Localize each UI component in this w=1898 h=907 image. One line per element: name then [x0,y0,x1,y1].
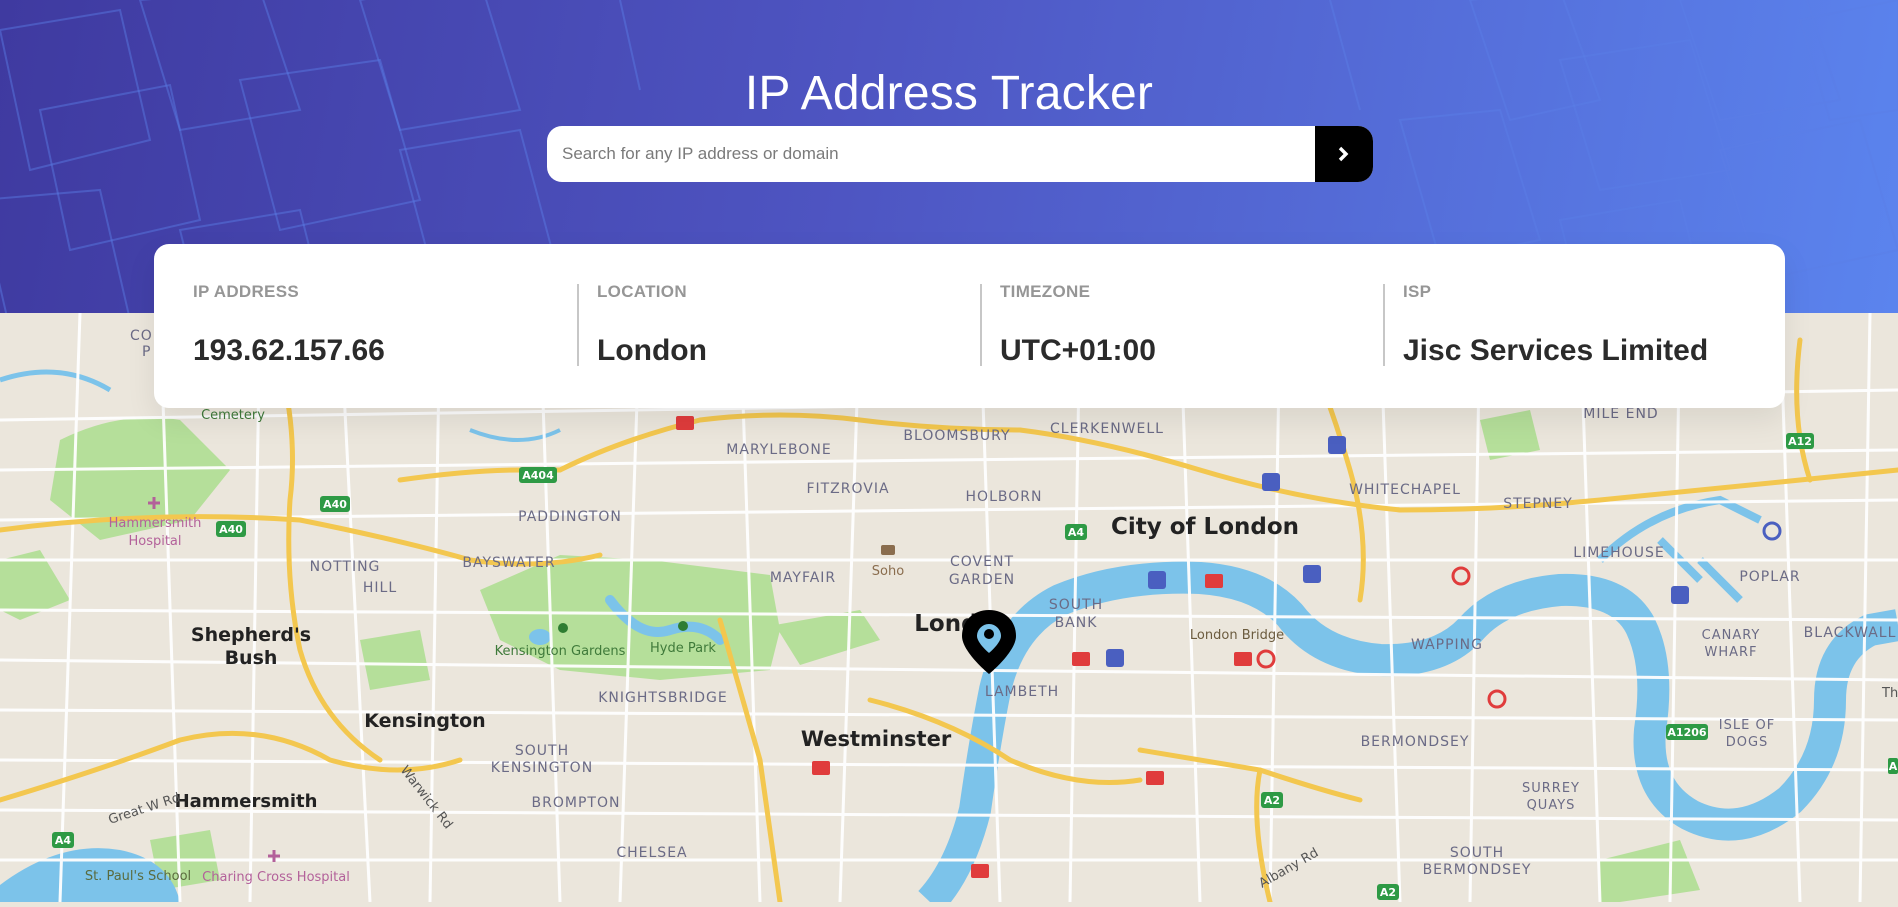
svg-text:BANK: BANK [1055,615,1098,631]
svg-text:BERMONDSEY: BERMONDSEY [1423,862,1532,878]
svg-text:QUAYS: QUAYS [1527,798,1576,813]
tree-icon [558,623,568,633]
svg-text:MARYLEBONE: MARYLEBONE [726,442,831,458]
svg-text:Hospital: Hospital [128,534,181,549]
svg-text:CLERKENWELL: CLERKENWELL [1050,421,1164,437]
svg-text:POPLAR: POPLAR [1739,569,1800,585]
svg-text:A1206: A1206 [1667,726,1706,739]
search-form [547,126,1373,182]
svg-text:SOUTH: SOUTH [1450,845,1504,861]
svg-text:NOTTING: NOTTING [310,559,381,575]
svg-text:BROMPTON: BROMPTON [532,795,621,811]
chevron-right-icon [1338,146,1349,162]
svg-text:BAYSWATER: BAYSWATER [462,555,555,571]
svg-text:ISLE OF: ISLE OF [1719,718,1775,733]
svg-text:A404: A404 [522,469,554,482]
location-pin-icon [962,610,1016,674]
rail-station-icon [1205,574,1223,588]
svg-text:Westminster: Westminster [801,727,952,751]
stat-divider [980,284,982,366]
svg-text:SOUTH: SOUTH [515,743,569,759]
rail-station-icon [971,864,989,878]
underground-icon [1262,473,1280,491]
svg-text:HOLBORN: HOLBORN [966,489,1043,505]
rail-station-icon [1146,771,1164,785]
location-marker[interactable] [960,608,1018,681]
svg-text:WHITECHAPEL: WHITECHAPEL [1349,482,1461,498]
stat-divider [1383,284,1385,366]
svg-text:CHELSEA: CHELSEA [616,845,687,861]
svg-text:A4: A4 [55,834,72,847]
svg-text:Soho: Soho [872,564,904,579]
svg-text:Bush: Bush [225,647,278,669]
svg-text:GARDEN: GARDEN [949,572,1015,588]
ip-info-card: IP ADDRESS 193.62.157.66 LOCATION London… [154,244,1785,408]
search-input[interactable] [547,126,1315,182]
svg-text:KNIGHTSBRIDGE: KNIGHTSBRIDGE [598,690,728,706]
svg-text:WHARF: WHARF [1704,645,1757,660]
svg-text:PADDINGTON: PADDINGTON [518,509,622,525]
svg-text:BERMONDSEY: BERMONDSEY [1361,734,1470,750]
stat-divider [577,284,579,366]
svg-text:Hyde Park: Hyde Park [650,641,716,656]
rail-station-icon [1234,652,1252,666]
ip-address-label: IP ADDRESS [193,282,299,301]
svg-text:MILE END: MILE END [1583,406,1658,422]
isp-value: Jisc Services Limited [1403,334,1709,367]
svg-text:Kensington Gardens: Kensington Gardens [495,644,626,659]
svg-text:Charing Cross Hospital: Charing Cross Hospital [202,870,350,885]
underground-icon [1303,565,1321,583]
svg-text:SURREY: SURREY [1522,781,1580,796]
svg-text:City of London: City of London [1111,514,1299,540]
camera-icon [881,545,895,555]
underground-icon [1106,649,1124,667]
svg-text:WAPPING: WAPPING [1411,637,1483,653]
search-submit-button[interactable] [1315,126,1373,182]
svg-text:A40: A40 [219,523,243,536]
svg-text:KENSINGTON: KENSINGTON [491,760,593,776]
timezone-value: UTC+01:00 [1000,334,1156,367]
svg-text:HILL: HILL [363,580,397,596]
svg-text:SOUTH: SOUTH [1049,597,1103,613]
svg-text:BLACKWALL: BLACKWALL [1804,625,1897,641]
svg-text:STEPNEY: STEPNEY [1503,496,1573,512]
svg-text:Th: Th [1881,686,1898,701]
underground-icon [1328,436,1346,454]
svg-text:Kensington: Kensington [364,710,485,732]
svg-text:A: A [1889,760,1898,773]
svg-text:COVENT: COVENT [950,554,1014,570]
timezone-label: TIMEZONE [1000,282,1091,301]
svg-text:A40: A40 [323,498,347,511]
svg-text:FITZROVIA: FITZROVIA [806,481,889,497]
svg-text:LIMEHOUSE: LIMEHOUSE [1573,545,1664,561]
underground-icon [1671,586,1689,604]
rail-station-icon [676,416,694,430]
svg-text:London Bridge: London Bridge [1190,628,1284,643]
svg-text:Cemetery: Cemetery [201,408,265,423]
svg-text:DOGS: DOGS [1726,735,1769,750]
svg-text:A12: A12 [1788,435,1812,448]
rail-station-icon [1072,652,1090,666]
svg-text:BLOOMSBURY: BLOOMSBURY [903,428,1010,444]
rail-station-icon [812,761,830,775]
svg-text:St. Paul's School: St. Paul's School [85,869,191,884]
isp-label: ISP [1403,282,1432,301]
svg-text:Hammersmith: Hammersmith [109,516,202,531]
svg-text:CANARY: CANARY [1702,628,1761,643]
svg-text:A2: A2 [1264,794,1280,807]
svg-text:A4: A4 [1068,526,1085,539]
ip-address-value: 193.62.157.66 [193,334,385,367]
svg-text:Shepherd's: Shepherd's [191,624,311,646]
location-label: LOCATION [597,282,687,301]
svg-text:MAYFAIR: MAYFAIR [770,570,836,586]
tree-icon [678,621,688,631]
svg-text:A2: A2 [1380,886,1396,899]
location-value: London [597,334,707,367]
page-title: IP Address Tracker [744,67,1154,121]
svg-text:P: P [142,344,151,360]
svg-text:Hammersmith: Hammersmith [175,791,318,812]
underground-icon [1148,571,1166,589]
svg-text:LAMBETH: LAMBETH [985,684,1059,700]
